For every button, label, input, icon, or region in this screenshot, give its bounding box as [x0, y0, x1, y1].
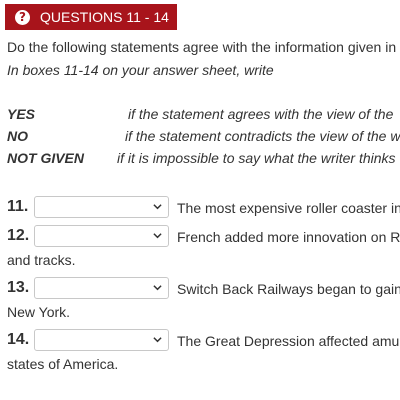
question-12-text-continued: and tracks.	[7, 252, 76, 268]
question-11-number: 11.	[7, 198, 29, 215]
question-12-text: French added more innovation on R	[177, 229, 400, 245]
question-11-text: The most expensive roller coaster in	[177, 200, 400, 216]
question-12-number: 12.	[7, 227, 30, 244]
code-no-desc: if the statement contradicts the view of…	[125, 128, 400, 144]
code-not-given-label: NOT GIVEN	[7, 150, 85, 166]
questions-header: ? QUESTIONS 11 - 14	[5, 4, 177, 30]
question-14-text: The Great Depression affected amu	[177, 333, 400, 349]
question-14-answer-select[interactable]	[34, 329, 169, 351]
code-no-label: NO	[7, 128, 28, 144]
code-not-given-desc: if it is impossible to say what the writ…	[117, 150, 396, 166]
question-13-text-continued: New York.	[7, 304, 71, 320]
instruction-subline: In boxes 11-14 on your answer sheet, wri…	[7, 62, 274, 78]
question-14-text-continued: states of America.	[7, 356, 119, 372]
question-12-answer-select[interactable]	[34, 225, 169, 247]
page: ? QUESTIONS 11 - 14 Do the following sta…	[0, 0, 400, 400]
question-13-answer-select[interactable]	[34, 277, 169, 299]
chevron-down-icon	[153, 233, 162, 239]
question-13-number: 13.	[7, 279, 30, 296]
code-yes-desc: if the statement agrees with the view of…	[128, 106, 394, 122]
code-yes-label: YES	[7, 106, 36, 122]
questions-title: QUESTIONS 11 - 14	[40, 9, 169, 25]
question-circle-icon: ?	[15, 9, 30, 25]
chevron-down-icon	[153, 285, 162, 291]
question-14-number: 14.	[7, 331, 30, 348]
instruction-line: Do the following statements agree with t…	[7, 39, 397, 55]
chevron-down-icon	[153, 337, 162, 343]
chevron-down-icon	[153, 204, 162, 210]
question-11-answer-select[interactable]	[34, 196, 169, 218]
question-13-text: Switch Back Railways began to gain	[177, 281, 400, 297]
